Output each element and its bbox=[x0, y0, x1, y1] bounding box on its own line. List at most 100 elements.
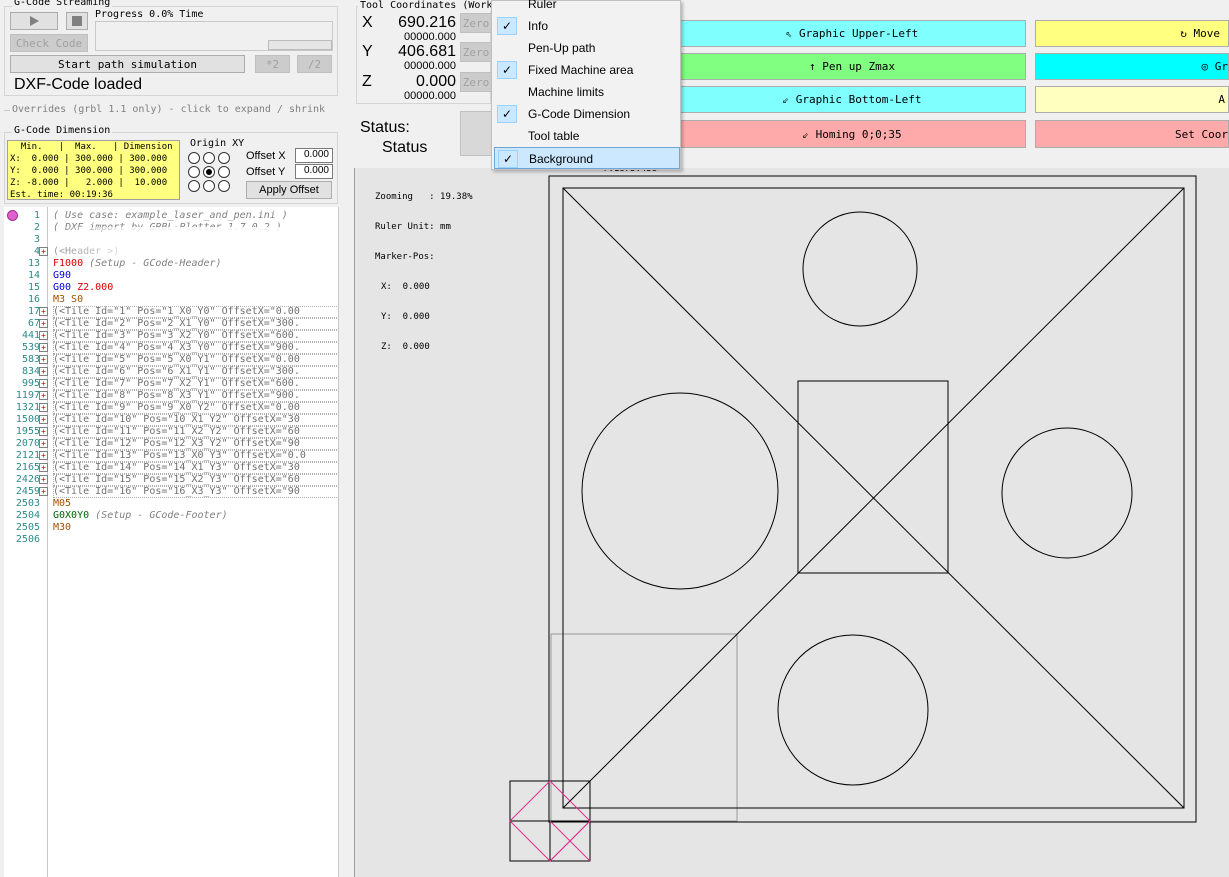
code-line[interactable]: 2505 M30 bbox=[4, 522, 338, 534]
code-line[interactable]: 2506 bbox=[4, 534, 338, 546]
menu-item-machine-limits[interactable]: Machine limits bbox=[494, 81, 680, 103]
apply-offset-button[interactable]: Apply Offset bbox=[246, 181, 332, 199]
zero-x-button[interactable]: Zero bbox=[460, 13, 492, 33]
fold-expand-icon[interactable]: + bbox=[39, 331, 48, 340]
code-line[interactable]: 1955 + (<Tile Id="11" Pos="11_X2_Y2" Offse… bbox=[4, 426, 338, 438]
fold-expand-icon[interactable]: + bbox=[39, 427, 48, 436]
fold-expand-icon[interactable]: + bbox=[39, 451, 48, 460]
origin-radio[interactable] bbox=[203, 180, 215, 192]
code-line[interactable]: 995 + (<Tile Id="7" Pos="7_X2_Y1" OffsetX=… bbox=[4, 378, 338, 390]
fold-expand-icon[interactable]: + bbox=[39, 475, 48, 484]
code-text: (<Tile Id="5" Pos="5_X0_Y1" OffsetX="0.0… bbox=[53, 354, 300, 366]
origin-radio[interactable] bbox=[203, 152, 215, 164]
code-line[interactable]: 1197 + (<Tile Id="8" Pos="8_X3_Y1" OffsetX… bbox=[4, 390, 338, 402]
origin-radio[interactable] bbox=[218, 180, 230, 192]
menu-item-info[interactable]: ✓ Info bbox=[494, 15, 680, 37]
code-token: (<Tile Id="12" Pos="12_X3_Y2" OffsetX="9… bbox=[53, 438, 300, 449]
a-button[interactable]: A bbox=[1035, 86, 1229, 113]
offset-x-input[interactable]: 0.000 bbox=[295, 148, 333, 163]
code-line[interactable]: 583 + (<Tile Id="5" Pos="5_X0_Y1" OffsetX=… bbox=[4, 354, 338, 366]
origin-radio[interactable] bbox=[218, 166, 230, 178]
code-line[interactable]: 441 + (<Tile Id="3" Pos="3_X2_Y0" OffsetX=… bbox=[4, 330, 338, 342]
offset-y-input[interactable]: 0.000 bbox=[295, 164, 333, 179]
fold-expand-icon[interactable]: + bbox=[39, 487, 48, 496]
origin-radio[interactable] bbox=[203, 166, 215, 178]
code-text: (<Tile Id="8" Pos="8_X3_Y1" OffsetX="900… bbox=[53, 390, 300, 402]
code-line[interactable]: 2459 + (<Tile Id="16" Pos="16_X3_Y3" Offse… bbox=[4, 486, 338, 498]
graphic-bottom-left-button[interactable]: ⇙ Graphic Bottom-Left bbox=[678, 86, 1026, 113]
code-token: G00 bbox=[53, 282, 78, 293]
origin-radio[interactable] bbox=[218, 152, 230, 164]
progress-label: Progress 0.0% Time bbox=[95, 9, 204, 20]
code-line[interactable]: 14 G90 bbox=[4, 270, 338, 282]
fold-expand-icon[interactable]: + bbox=[39, 463, 48, 472]
origin-selector[interactable] bbox=[188, 152, 234, 196]
fold-expand-icon[interactable]: + bbox=[39, 307, 48, 316]
code-text: (<Tile Id="12" Pos="12_X3_Y2" OffsetX="9… bbox=[53, 438, 300, 450]
fold-expand-icon[interactable]: + bbox=[39, 391, 48, 400]
code-text: (<Tile Id="14" Pos="14_X1_Y3" OffsetX="3… bbox=[53, 462, 300, 474]
code-line[interactable]: 17 + (<Tile Id="1" Pos="1_X0_Y0" OffsetX="… bbox=[4, 306, 338, 318]
code-line[interactable]: 1321 + (<Tile Id="9" Pos="9_X0_Y2" OffsetX… bbox=[4, 402, 338, 414]
speed-div2-button[interactable]: /2 bbox=[297, 55, 332, 73]
code-token: (<Tile Id="5" Pos="5_X0_Y1" OffsetX="0.0… bbox=[53, 354, 300, 365]
code-line[interactable]: 834 + (<Tile Id="6" Pos="6_X1_Y1" OffsetX=… bbox=[4, 366, 338, 378]
start-simulation-button[interactable]: Start path simulation bbox=[10, 55, 245, 73]
fold-expand-icon[interactable]: + bbox=[39, 319, 48, 328]
line-number: 2505 bbox=[15, 522, 40, 533]
origin-radio[interactable] bbox=[188, 166, 200, 178]
fold-expand-icon[interactable]: + bbox=[39, 343, 48, 352]
fold-expand-icon[interactable]: + bbox=[39, 439, 48, 448]
graphic-upper-left-button[interactable]: ⇖ Graphic Upper-Left bbox=[678, 20, 1026, 47]
set-coord-button[interactable]: Set Coor bbox=[1035, 120, 1229, 148]
menu-item-tool-table[interactable]: Tool table bbox=[494, 125, 680, 147]
origin-radio[interactable] bbox=[188, 152, 200, 164]
fold-expand-icon[interactable]: + bbox=[39, 355, 48, 364]
move-button[interactable]: ↻ Move bbox=[1035, 20, 1229, 47]
play-button[interactable] bbox=[10, 12, 58, 30]
pen-up-zmax-button[interactable]: ↑ Pen up Zmax bbox=[678, 53, 1026, 80]
fold-expand-icon[interactable]: + bbox=[39, 403, 48, 412]
menu-item-ruler[interactable]: Ruler bbox=[494, 0, 680, 15]
code-line[interactable]: 15 G00 Z2.000 bbox=[4, 282, 338, 294]
menu-item-g-code-dimension[interactable]: ✓ G-Code Dimension bbox=[494, 103, 680, 125]
code-line[interactable]: 2121 + (<Tile Id="13" Pos="13_X0_Y3" Offse… bbox=[4, 450, 338, 462]
menu-item-fixed-machine-area[interactable]: ✓ Fixed Machine area bbox=[494, 59, 680, 81]
check-code-button[interactable]: Check Code bbox=[10, 34, 88, 52]
menu-item-pen-up-path[interactable]: Pen-Up path bbox=[494, 37, 680, 59]
circle-right bbox=[1001, 427, 1133, 559]
graphics-canvas[interactable]: Zooming : 19.38% Ruler Unit: mm Marker-P… bbox=[354, 164, 1229, 877]
zero-z-button[interactable]: Zero bbox=[460, 72, 492, 92]
code-line[interactable]: 1500 + (<Tile Id="10" Pos="10_X1_Y2" Offse… bbox=[4, 414, 338, 426]
menu-item-background[interactable]: ✓ Background bbox=[494, 147, 680, 169]
overrides-expander[interactable]: Overrides (grbl 1.1 only) - click to exp… bbox=[12, 104, 325, 115]
code-line[interactable]: 2070 + (<Tile Id="12" Pos="12_X3_Y2" Offse… bbox=[4, 438, 338, 450]
fold-expand-icon[interactable]: + bbox=[39, 415, 48, 424]
code-token: ( Use case: example_laser_and_pen.ini ) bbox=[53, 210, 288, 221]
code-line[interactable]: 1 ( Use case: example_laser_and_pen.ini ) bbox=[4, 210, 338, 222]
z-machine: 00000.000 bbox=[404, 90, 456, 102]
fold-expand-icon[interactable]: + bbox=[39, 367, 48, 376]
fold-expand-icon[interactable]: + bbox=[39, 379, 48, 388]
gcode-editor[interactable]: 1 ( Use case: example_laser_and_pen.ini )… bbox=[4, 207, 339, 877]
gr-button[interactable]: ◎ Gr bbox=[1035, 53, 1229, 80]
fold-expand-icon[interactable]: + bbox=[39, 247, 48, 256]
code-line[interactable]: 2504 G0X0Y0 (Setup - GCode-Footer) bbox=[4, 510, 338, 522]
stop-button[interactable] bbox=[66, 12, 88, 30]
code-text: (<Tile Id="10" Pos="10_X1_Y2" OffsetX="3… bbox=[53, 414, 300, 426]
code-line[interactable]: 13 F1000 (Setup - GCode-Header) bbox=[4, 258, 338, 270]
speed-x2-button[interactable]: *2 bbox=[255, 55, 290, 73]
homing-button[interactable]: ⇙ Homing 0;0;35 bbox=[678, 120, 1026, 148]
code-line[interactable]: 2426 + (<Tile Id="15" Pos="15_X2_Y3" Offse… bbox=[4, 474, 338, 486]
code-line[interactable]: 539 + (<Tile Id="4" Pos="4_X3_Y0" OffsetX=… bbox=[4, 342, 338, 354]
code-line[interactable]: 16 M3 S0 bbox=[4, 294, 338, 306]
menu-item-label: Fixed Machine area bbox=[528, 63, 634, 77]
circle-left bbox=[581, 392, 779, 590]
code-line[interactable]: 2503 M05 bbox=[4, 498, 338, 510]
line-number: 1321 bbox=[15, 402, 40, 413]
code-line[interactable]: 67 + (<Tile Id="2" Pos="2_X1_Y0" OffsetX="… bbox=[4, 318, 338, 330]
code-line[interactable]: 2165 + (<Tile Id="14" Pos="14_X1_Y3" Offse… bbox=[4, 462, 338, 474]
origin-radio[interactable] bbox=[188, 180, 200, 192]
code-token: M30 bbox=[53, 522, 72, 533]
zero-y-button[interactable]: Zero bbox=[460, 42, 492, 62]
